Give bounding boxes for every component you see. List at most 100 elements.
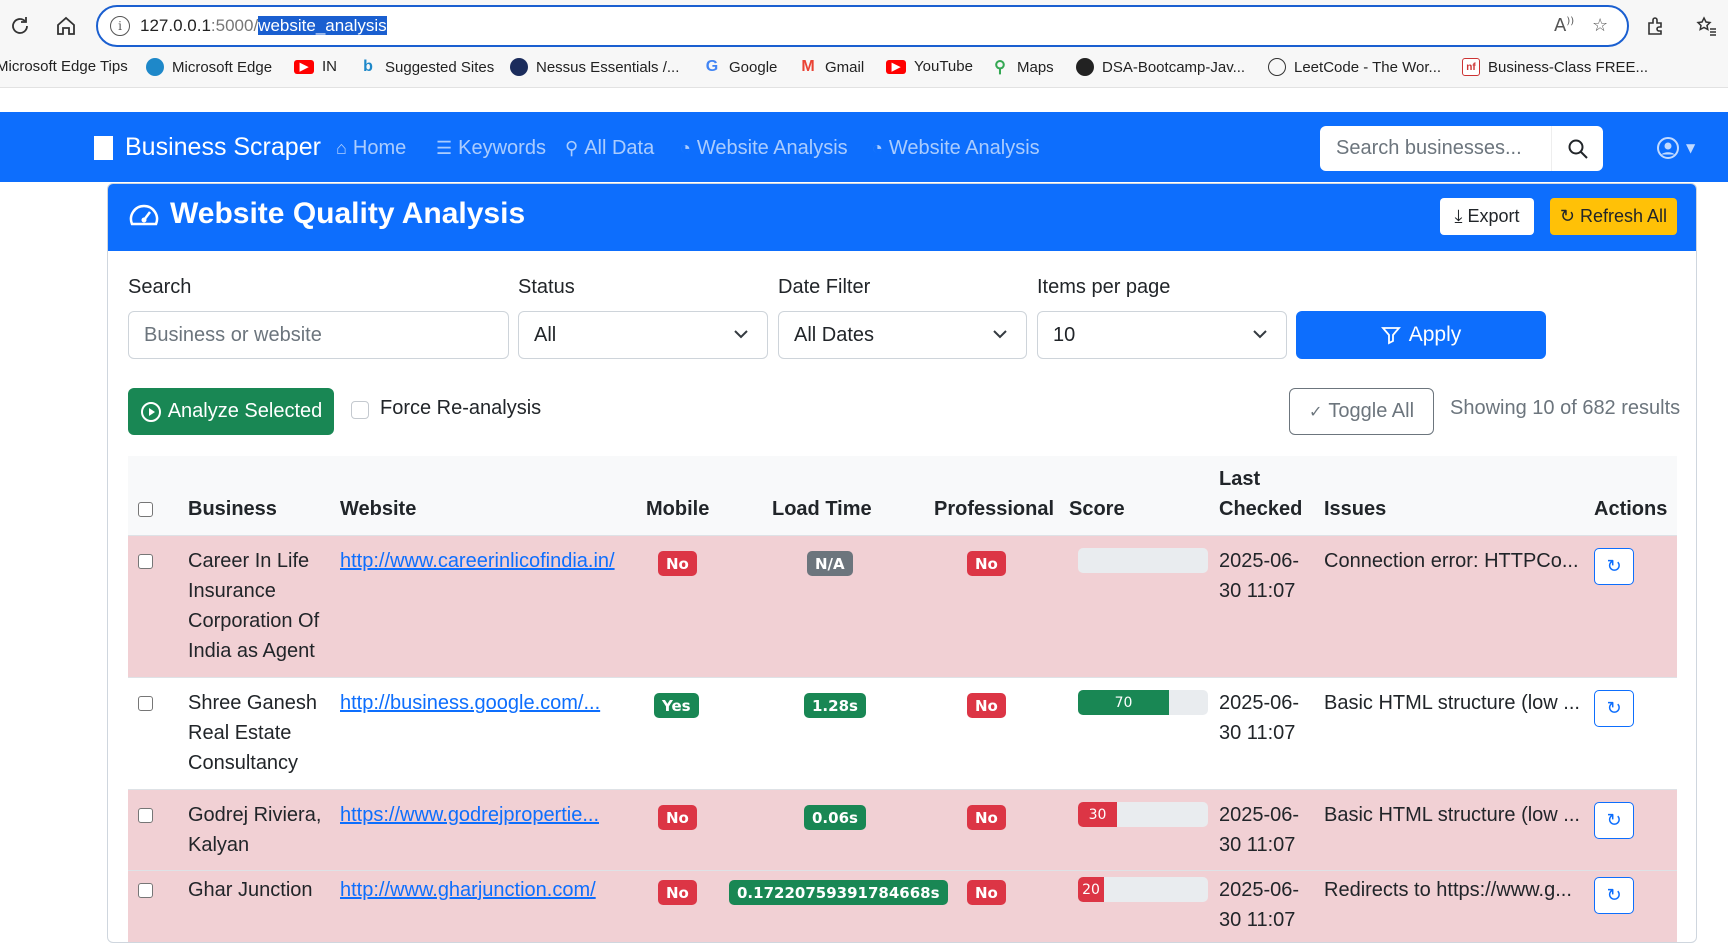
col-last-checked-2[interactable]: Checked (1219, 494, 1302, 524)
force-reanalysis-label[interactable]: Force Re-analysis (380, 397, 541, 420)
url-text[interactable]: 127.0.0.1:5000/website_analysis (140, 16, 387, 36)
business-name: Shree Ganesh Real Estate Consultancy (188, 692, 317, 774)
read-aloud-icon[interactable]: A)) (1554, 15, 1574, 36)
bookmark-leetcode[interactable]: LeetCode - The Wor... (1268, 58, 1441, 76)
score-fill: 70 (1078, 690, 1169, 715)
list-icon: ☰ (436, 138, 453, 158)
search-icon: ⚲ (565, 138, 579, 158)
search-button[interactable] (1551, 126, 1603, 171)
nav-home[interactable]: ⌂ Home (336, 137, 406, 160)
reanalyze-button[interactable]: ↻ (1594, 877, 1634, 914)
row-checkbox[interactable] (138, 554, 153, 569)
export-button[interactable]: ⤓ Export (1440, 198, 1534, 235)
chevron-down-icon (993, 330, 1007, 339)
col-mobile[interactable]: Mobile (646, 494, 709, 524)
select-all-checkbox[interactable] (138, 502, 153, 517)
bookmark-maps[interactable]: ⚲ Maps (991, 58, 1054, 77)
youtube-icon: ▶ (886, 59, 906, 74)
business-search (1320, 126, 1603, 171)
col-score[interactable]: Score (1069, 494, 1125, 524)
bookmarks-bar: Microsoft Edge Tips Microsoft Edge ▶ IN b… (0, 52, 1728, 88)
load-time-badge: 0.06s (804, 805, 866, 830)
reanalyze-button[interactable]: ↻ (1594, 690, 1634, 727)
website-link[interactable]: https://www.godrejpropertie... (340, 800, 599, 830)
bookmark-gmail[interactable]: M Gmail (799, 58, 864, 76)
github-icon (1076, 58, 1094, 76)
home-icon[interactable] (52, 12, 80, 40)
analyze-selected-button[interactable]: Analyze Selected (128, 388, 334, 435)
website-link[interactable]: http://www.gharjunction.com/ (340, 875, 596, 905)
website-link[interactable]: http://business.google.com/... (340, 688, 600, 718)
website-link[interactable]: http://www.careerinlicofindia.in/ (340, 546, 615, 576)
address-bar[interactable]: i 127.0.0.1:5000/website_analysis A)) ☆ (96, 5, 1629, 47)
edge-icon (146, 58, 164, 76)
search-field[interactable]: Business or website (128, 311, 509, 359)
bookmark-nessus[interactable]: Nessus Essentials /... (510, 58, 679, 76)
site-info-icon[interactable]: i (110, 16, 130, 36)
extensions-icon[interactable] (1641, 12, 1669, 40)
favorite-star-icon[interactable]: ☆ (1592, 15, 1608, 36)
brand-logo-icon (94, 135, 113, 160)
bookmark-microsoft-edge[interactable]: Microsoft Edge (146, 58, 272, 76)
youtube-icon: ▶ (294, 59, 314, 74)
user-menu[interactable]: ▼ (1656, 136, 1695, 160)
favorites-icon[interactable] (1692, 12, 1720, 40)
mobile-badge: No (658, 880, 697, 905)
mobile-badge: No (658, 805, 697, 830)
refresh-all-button[interactable]: ↻ Refresh All (1550, 198, 1677, 235)
business-search-input[interactable] (1320, 126, 1580, 171)
apply-button[interactable]: Apply (1296, 311, 1546, 359)
brand[interactable]: Business Scraper (94, 133, 321, 162)
bookmark-suggested-sites[interactable]: b Suggested Sites (359, 58, 494, 76)
row-checkbox[interactable] (138, 696, 153, 711)
last-checked: 2025-06- 30 11:07 (1219, 804, 1300, 856)
mobile-badge: Yes (654, 693, 699, 718)
bookmark-business-class[interactable]: nf Business-Class FREE... (1462, 58, 1648, 76)
double-check-icon: ✓ (1308, 403, 1323, 421)
speedometer-icon: ◔ (872, 138, 883, 158)
bookmark-google[interactable]: G Google (703, 58, 778, 76)
col-website[interactable]: Website (340, 494, 416, 524)
score-fill: 30 (1078, 802, 1117, 827)
col-business[interactable]: Business (188, 494, 277, 524)
status-select[interactable]: All (518, 311, 768, 359)
nav-all-data[interactable]: ⚲ All Data (565, 137, 654, 160)
bookmark-youtube[interactable]: ▶ YouTube (886, 58, 973, 75)
reload-icon[interactable] (6, 12, 34, 40)
col-load-time[interactable]: Load Time (772, 494, 872, 524)
date-filter-select[interactable]: All Dates (778, 311, 1027, 359)
nav-keywords[interactable]: ☰ Keywords (436, 137, 546, 160)
bookmark-dsa-bootcamp[interactable]: DSA-Bootcamp-Jav... (1076, 58, 1245, 76)
force-reanalysis-checkbox[interactable] (351, 401, 369, 419)
nf-icon: nf (1462, 58, 1480, 76)
toggle-all-button[interactable]: ✓ Toggle All (1289, 388, 1434, 435)
house-icon: ⌂ (336, 138, 347, 158)
business-name: Godrej Riviera, Kalyan (188, 804, 322, 856)
speedometer-icon (129, 204, 159, 226)
app-navbar: Business Scraper ⌂ Home ☰ Keywords ⚲ All Da… (0, 112, 1728, 182)
row-checkbox[interactable] (138, 883, 153, 898)
col-professional[interactable]: Professional (934, 494, 1054, 524)
chevron-down-icon (1253, 330, 1267, 339)
load-time-badge: 0.17220759391784668s (729, 880, 948, 905)
reanalyze-button[interactable]: ↻ (1594, 802, 1634, 839)
table-row: Ghar Junction http://www.gharjunction.co… (128, 871, 1677, 942)
score-bar: 70 (1078, 690, 1208, 715)
col-issues[interactable]: Issues (1324, 494, 1386, 524)
status-label: Status (518, 276, 575, 298)
refresh-icon: ↻ (1606, 810, 1622, 831)
col-last-checked-1[interactable]: Last (1219, 464, 1260, 494)
nav-website-analysis-2[interactable]: ◔ Website Analysis (872, 137, 1040, 160)
date-filter-label: Date Filter (778, 276, 871, 298)
items-per-page-select[interactable]: 10 (1037, 311, 1287, 359)
professional-badge: No (967, 805, 1006, 830)
refresh-icon: ↻ (1606, 698, 1622, 719)
table-header: Business Website Mobile Load Time Profes… (128, 456, 1677, 536)
nav-website-analysis[interactable]: ◔ Website Analysis (680, 137, 848, 160)
reanalyze-button[interactable]: ↻ (1594, 548, 1634, 585)
issues-text: Basic HTML structure (low ... (1324, 692, 1580, 714)
google-icon: G (705, 58, 719, 75)
bookmark-in[interactable]: ▶ IN (294, 58, 337, 75)
bookmark-edge-tips[interactable]: Microsoft Edge Tips (0, 58, 128, 75)
row-checkbox[interactable] (138, 808, 153, 823)
